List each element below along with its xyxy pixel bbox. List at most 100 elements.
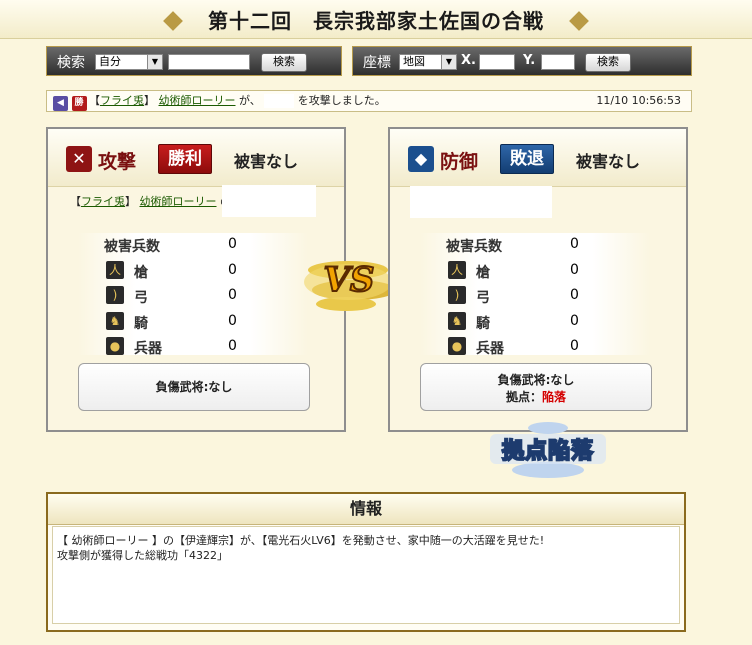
attack-owner-link[interactable]: 幼術師ローリー [140,195,217,208]
defense-total-label: 被害兵数 [446,239,502,255]
attack-total-label: 被害兵数 [104,239,160,255]
attack-bow-label: 弓 [134,290,148,306]
info-line-skill: 【 幼術師ローリー 】の【伊達輝宗】が、【電光石火LV6】を発動させ、家中随一の… [57,534,545,547]
info-header: 情報 [48,494,684,525]
defense-cavalry-label: 騎 [476,316,490,332]
defense-bow-value: 0 [570,287,579,303]
info-panel: 情報 【 幼術師ローリー 】の【伊達輝宗】が、【電光石火LV6】を発動させ、家中… [46,492,686,632]
attack-injured-text: 負傷武将:なし [155,380,233,394]
map-select-value: 地図 [403,55,425,68]
attack-injured-box: 負傷武将:なし [78,363,310,411]
base-status-value: 陥落 [542,390,567,404]
defense-spear-label: 槍 [476,265,490,281]
defense-panel-header: ◆ 防御 敗退 被害なし [390,129,686,187]
defense-injured-box: 負傷武将:なし 拠点：陥落 [420,363,652,411]
log-timestamp: 11/10 10:56:53 [596,94,681,107]
chevron-down-icon: ▼ [441,55,456,69]
x-label: X. [461,53,476,68]
alliance-link[interactable]: フライ兎 [100,94,144,107]
attack-owner-line: 【フライ兎】 幼術師ローリー の [70,193,231,209]
info-line-merit: 攻撃側が獲得した総戦功「4322」 [57,549,228,562]
log-text-ga: が、 [239,94,261,107]
crossed-swords-icon: ✕ [66,146,92,172]
defense-result-badge: 敗退 [500,144,554,174]
attack-cavalry-label: 騎 [134,316,148,332]
base-captured-label: 拠点陥落 [501,437,594,465]
info-body: 【 幼術師ローリー 】の【伊達輝宗】が、【電光石火LV6】を発動させ、家中随一の… [52,526,680,624]
win-badge: 勝 [71,95,87,111]
defense-siege-value: 0 [570,338,579,354]
defense-cavalry-value: 0 [570,313,579,329]
defense-spear-row: 人 槍 0 [420,259,650,283]
search-scope-value: 自分 [99,55,121,68]
defense-owner-redacted [410,186,552,218]
search-label: 検索 [57,55,85,71]
spear-icon: 人 [448,261,466,279]
attack-stats: 被害兵数 0 人 槍 0 ) 弓 0 ♞ 騎 0 ● 兵器 0 [78,233,308,357]
attack-siege-row: ● 兵器 0 [78,335,308,359]
attack-spear-row: 人 槍 0 [78,259,308,283]
bow-icon: ) [448,286,466,304]
chevron-down-icon: ▼ [147,55,162,69]
attack-side-label: 攻撃 [98,151,137,173]
base-status-line: 拠点：陥落 [421,388,651,405]
defense-siege-label: 兵器 [476,341,504,357]
siege-weapon-icon: ● [448,337,466,355]
y-label: Y. [523,53,536,68]
spear-icon: 人 [106,261,124,279]
defense-bow-row: ) 弓 0 [420,284,650,308]
base-status-label: 拠点： [505,390,542,404]
vs-label: VS [323,259,376,301]
defense-damage-status: 被害なし [576,152,641,171]
attack-general-redacted [222,185,316,217]
defender-name-redacted [264,94,295,108]
battle-title: 第十二回 長宗我部家土佐国の合戦 [208,9,544,33]
attack-alliance-link[interactable]: フライ兎 [81,195,125,208]
coord-label: 座標 [363,55,391,71]
defense-injured-text: 負傷武将:なし [497,373,575,387]
defense-total-value: 0 [570,236,579,252]
horse-icon: ♞ [106,312,124,330]
siege-weapon-icon: ● [106,337,124,355]
attack-spear-value: 0 [228,262,237,278]
defense-bow-label: 弓 [476,290,490,306]
search-bar: 検索 自分 ▼ 検索 [46,46,342,76]
attack-cavalry-row: ♞ 騎 0 [78,310,308,334]
battle-log-entry: ◀ 勝 【フライ兎】 幼術師ローリー が、 を攻撃しました。 11/10 10:… [46,90,692,112]
attack-damage-status: 被害なし [234,152,299,171]
defense-stats: 被害兵数 0 人 槍 0 ) 弓 0 ♞ 騎 0 ● 兵器 0 [420,233,650,357]
defense-spear-value: 0 [570,262,579,278]
search-input[interactable] [168,54,250,70]
flag-icon: ◀ [53,95,68,111]
search-scope-select[interactable]: 自分 ▼ [95,54,163,70]
attack-spear-label: 槍 [134,265,148,281]
map-select[interactable]: 地図 ▼ [399,54,457,70]
x-coordinate-input[interactable] [479,54,515,70]
vs-emblem: VS [300,246,398,316]
defense-siege-row: ● 兵器 0 [420,335,650,359]
attack-total-value: 0 [228,236,237,252]
search-button[interactable]: 検索 [261,53,307,72]
y-coordinate-input[interactable] [541,54,575,70]
defense-panel: ◆ 防御 敗退 被害なし 被害兵数 0 人 槍 0 ) 弓 0 ♞ 騎 0 ● … [388,127,688,432]
attack-total-row: 被害兵数 0 [78,233,308,257]
battle-title-bar: 第十二回 長宗我部家土佐国の合戦 [0,0,752,39]
fortress-icon: ◆ [408,146,434,172]
horse-icon: ♞ [448,312,466,330]
attack-bow-row: ) 弓 0 [78,284,308,308]
coord-search-button[interactable]: 検索 [585,53,631,72]
attack-cavalry-value: 0 [228,313,237,329]
defense-cavalry-row: ♞ 騎 0 [420,310,650,334]
coord-search-bar: 座標 地図 ▼ X. Y. 検索 [352,46,692,76]
attack-result-badge: 勝利 [158,144,212,174]
attack-panel-header: ✕ 攻撃 勝利 被害なし [48,129,344,187]
defense-total-row: 被害兵数 0 [420,233,650,257]
attack-bow-value: 0 [228,287,237,303]
attacker-link[interactable]: 幼術師ローリー [159,94,236,107]
attack-siege-value: 0 [228,338,237,354]
log-action-text: を攻撃しました。 [297,94,386,107]
defense-side-label: 防御 [440,151,479,173]
base-captured-stamp: 拠点陥落 [486,418,610,480]
attack-siege-label: 兵器 [134,341,162,357]
bow-icon: ) [106,286,124,304]
